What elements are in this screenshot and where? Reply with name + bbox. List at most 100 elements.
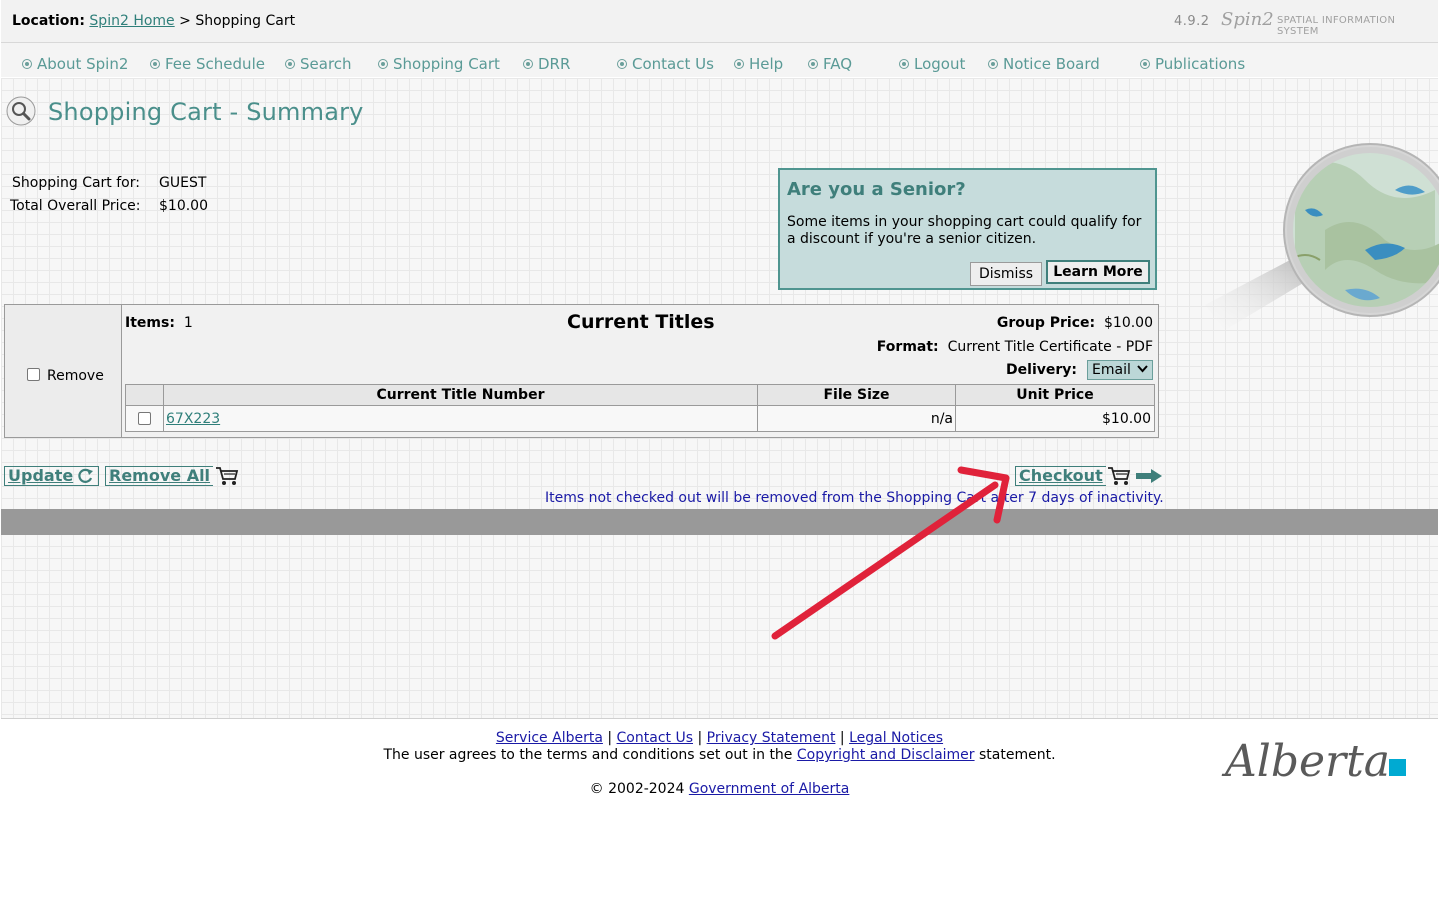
bullet-icon: [899, 59, 909, 69]
nav-item-faq[interactable]: FAQ: [808, 55, 852, 73]
bullet-icon: [1140, 59, 1150, 69]
nav-label: DRR: [538, 55, 571, 73]
main-nav: About Spin2 Fee Schedule Search Shopping…: [1, 43, 1438, 77]
bullet-icon: [378, 59, 388, 69]
footer-link-service-alberta[interactable]: Service Alberta: [496, 730, 603, 746]
delivery-select[interactable]: Email: [1087, 360, 1153, 380]
nav-label: FAQ: [823, 55, 853, 73]
delivery-info: Delivery: Email: [1006, 360, 1153, 380]
nav-item-drr[interactable]: DRR: [523, 55, 570, 73]
checkout-button[interactable]: Checkout: [1015, 466, 1163, 486]
footer-link-separator: |: [697, 730, 703, 746]
footer-divider: [1, 718, 1438, 719]
nav-label: About Spin2: [37, 55, 129, 73]
breadcrumb-current: Shopping Cart: [195, 13, 296, 29]
nav-label: Shopping Cart: [393, 55, 500, 73]
footer-link-separator: |: [839, 730, 845, 746]
footer-link-legal[interactable]: Legal Notices: [849, 730, 943, 746]
arrow-right-icon: [1135, 469, 1162, 483]
system-name: SPATIAL INFORMATION SYSTEM: [1277, 15, 1396, 37]
version-number: 4.9.2: [1174, 14, 1210, 29]
bullet-icon: [22, 59, 32, 69]
update-label: Update: [8, 466, 74, 485]
nav-item-shopping-cart[interactable]: Shopping Cart: [378, 55, 500, 73]
nav-label: Search: [300, 55, 352, 73]
spin2-logo: Spin2: [1221, 9, 1274, 30]
remove-all-label: Remove All: [109, 466, 211, 485]
refresh-icon: [78, 468, 94, 483]
chevron-down-icon: [1137, 364, 1148, 376]
remove-label: Remove: [47, 368, 104, 384]
dismiss-button[interactable]: Dismiss: [970, 262, 1042, 286]
location-label: Location:: [12, 13, 85, 29]
senior-text: Some items in your shopping cart could q…: [787, 214, 1142, 247]
title-number-link[interactable]: 67X223: [166, 411, 220, 427]
format-label: Format:: [876, 339, 939, 355]
cart-for-label: Shopping Cart for:: [12, 175, 140, 191]
nav-item-about[interactable]: About Spin2: [22, 55, 128, 73]
format-info: Format: Current Title Certificate - PDF: [877, 339, 1153, 355]
footer-link-separator: |: [607, 730, 613, 746]
group-price-value: $10.00: [1104, 315, 1153, 331]
group-price-label: Group Price:: [996, 315, 1096, 331]
breadcrumb-home-link[interactable]: Spin2 Home: [89, 13, 174, 29]
row-select-checkbox[interactable]: [138, 412, 151, 425]
nav-item-fee-schedule[interactable]: Fee Schedule: [150, 55, 265, 73]
cart-group-panel: Remove Items: 1 Current Titles Group Pri…: [4, 304, 1159, 438]
page-title: Shopping Cart - Summary: [48, 98, 364, 126]
format-value: Current Title Certificate - PDF: [947, 339, 1153, 355]
nav-item-notice-board[interactable]: Notice Board: [988, 55, 1100, 73]
remove-group-control[interactable]: Remove: [27, 364, 104, 384]
update-button[interactable]: Update: [4, 466, 100, 486]
map-magnifier-icon: [1205, 143, 1439, 330]
table-header-select: [126, 385, 163, 406]
bullet-icon: [523, 59, 533, 69]
senior-title: Are you a Senior?: [787, 179, 966, 200]
remove-group-cell: Remove: [5, 305, 122, 437]
nav-label: Contact Us: [632, 55, 714, 73]
cart-icon: [1107, 467, 1130, 485]
bullet-icon: [617, 59, 627, 69]
table-header-unit-price: Unit Price: [956, 385, 1154, 406]
total-price-label: Total Overall Price:: [10, 198, 141, 214]
items-count: Items: 1: [125, 315, 193, 331]
cart-for-value: GUEST: [159, 175, 207, 191]
terms-text-end: statement.: [979, 747, 1056, 763]
titles-table: Current Title Number File Size Unit Pric…: [125, 384, 1155, 432]
terms-text: The user agrees to the terms and conditi…: [383, 747, 793, 763]
bullet-icon: [150, 59, 160, 69]
remove-all-button[interactable]: Remove All: [105, 466, 239, 486]
copyright-text: © 2002-2024: [589, 781, 685, 797]
bullet-icon: [988, 59, 998, 69]
remove-group-checkbox[interactable]: [27, 367, 40, 381]
footer-link-contact-us[interactable]: Contact Us: [617, 730, 693, 746]
magnifier-icon: [6, 96, 36, 126]
alberta-logo-text: Alberta: [1221, 736, 1390, 787]
nav-item-contact-us[interactable]: Contact Us: [617, 55, 714, 73]
bullet-icon: [808, 59, 818, 69]
table-header-title-number: Current Title Number: [164, 385, 757, 406]
senior-discount-box: Are you a Senior? Some items in your sho…: [778, 168, 1157, 290]
government-of-alberta-link[interactable]: Government of Alberta: [689, 781, 850, 797]
nav-label: Notice Board: [1003, 55, 1100, 73]
delivery-label: Delivery:: [1006, 362, 1077, 378]
table-row-file-size: n/a: [930, 410, 953, 427]
checkout-label: Checkout: [1019, 466, 1103, 485]
copyright-disclaimer-link[interactable]: Copyright and Disclaimer: [797, 747, 975, 763]
nav-item-search[interactable]: Search: [285, 55, 352, 73]
nav-label: Publications: [1155, 55, 1246, 73]
table-row-checkbox-cell: [138, 406, 158, 431]
footer-link-privacy[interactable]: Privacy Statement: [707, 730, 836, 746]
bullet-icon: [285, 59, 295, 69]
bullet-icon: [734, 59, 744, 69]
nav-item-publications[interactable]: Publications: [1140, 55, 1245, 73]
learn-more-button[interactable]: Learn More: [1046, 260, 1150, 284]
nav-item-logout[interactable]: Logout: [899, 55, 965, 73]
table-row-title-cell: 67X223: [166, 406, 756, 431]
total-price-value: $10.00: [159, 198, 208, 214]
cart-icon: [216, 467, 239, 485]
alberta-logo: Alberta: [1221, 736, 1406, 787]
nav-item-help[interactable]: Help: [734, 55, 783, 73]
delivery-value: Email: [1092, 362, 1131, 378]
gray-separator-bar: [1, 509, 1438, 535]
